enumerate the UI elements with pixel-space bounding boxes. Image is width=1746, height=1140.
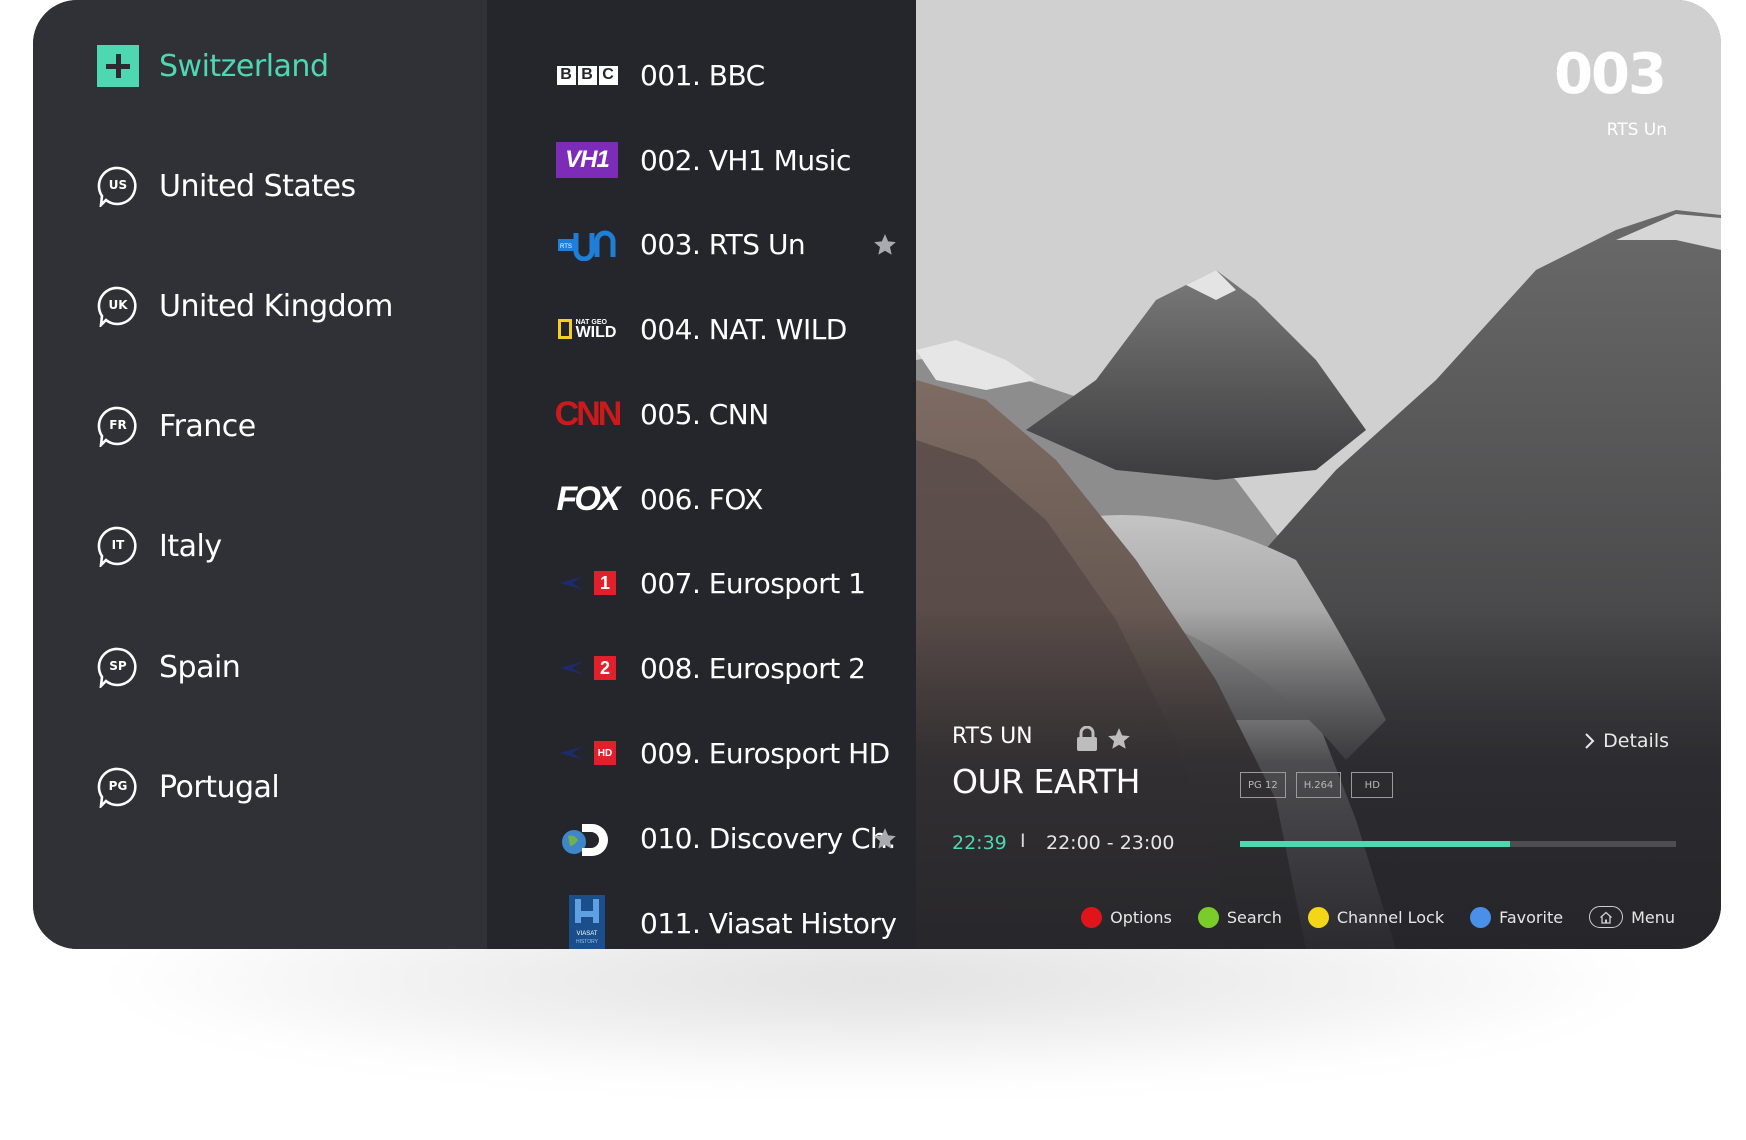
green-dot-icon (1197, 906, 1219, 928)
channel-name: 011. Viasat History (640, 906, 897, 940)
country-label: United Kingdom (159, 288, 393, 324)
plus-square-icon (97, 45, 139, 87)
favorite-key[interactable]: Favorite (1470, 906, 1563, 928)
channel-item-cnn[interactable]: CNN 005. CNN (487, 384, 916, 444)
channel-item-eurosport-hd[interactable]: HD 009. Eurosport HD (487, 723, 916, 783)
blue-dot-icon (1470, 906, 1492, 928)
country-label: Spain (159, 649, 241, 685)
speech-badge-icon: FR (97, 405, 139, 447)
options-key[interactable]: Options (1081, 906, 1172, 928)
current-channel-number: 003 (1554, 42, 1667, 107)
home-icon (1589, 906, 1624, 928)
eurosport-logo-icon: HD (554, 731, 620, 775)
country-item-spain[interactable]: SP Spain (97, 637, 241, 697)
channel-name: 010. Discovery Ch. (640, 821, 896, 855)
country-label: United States (159, 168, 356, 204)
channel-list: BBC 001. BBC VH1 002. VH1 Music RTS 003.… (487, 0, 916, 949)
country-item-united-states[interactable]: US United States (97, 156, 356, 216)
details-label: Details (1603, 730, 1669, 752)
channel-item-vh1[interactable]: VH1 002. VH1 Music (487, 130, 916, 190)
channel-item-rts-un[interactable]: RTS 003. RTS Un (487, 214, 916, 274)
fox-logo-icon: FOX (556, 479, 621, 518)
speech-badge-icon: PG (97, 766, 139, 808)
channel-name: 001. BBC (640, 58, 765, 92)
country-label: Switzerland (159, 48, 329, 84)
channel-name: 005. CNN (640, 397, 769, 431)
rating-tag: PG 12 (1240, 772, 1286, 798)
channel-name: 002. VH1 Music (640, 143, 851, 177)
favorite-star-icon (874, 828, 896, 849)
cnn-logo-icon: CNN (554, 394, 623, 433)
channel-name: 006. FOX (640, 482, 763, 516)
chevron-right-icon (1585, 733, 1595, 749)
country-label: Italy (159, 528, 222, 564)
country-label: France (159, 408, 256, 444)
remote-key-legend: Options Search Channel Lock Favorite Men… (1081, 906, 1675, 928)
menu-key[interactable]: Menu (1589, 906, 1675, 928)
current-channel-name: RTS Un (1606, 120, 1667, 140)
speech-badge-icon: SP (97, 646, 139, 688)
program-progress-bar (1240, 841, 1676, 847)
svg-text:HISTORY: HISTORY (576, 939, 599, 945)
rts-un-logo-icon: RTS (554, 222, 620, 266)
details-link[interactable]: Details (1583, 730, 1669, 752)
country-label: Portugal (159, 769, 280, 805)
program-title: OUR EARTH (952, 762, 1140, 801)
channel-name: 007. Eurosport 1 (640, 566, 866, 600)
channel-item-eurosport-2[interactable]: 2 008. Eurosport 2 (487, 638, 916, 698)
svg-text:VIASAT: VIASAT (577, 931, 598, 937)
eurosport-logo-icon: 2 (554, 646, 620, 690)
program-channel: RTS UN (952, 724, 1033, 749)
current-time: 22:39 (952, 832, 1007, 854)
vh1-logo-icon: VH1 (554, 138, 620, 182)
country-item-switzerland[interactable]: Switzerland (97, 36, 329, 96)
bbc-logo-icon: BBC (554, 53, 620, 97)
channel-name: 004. NAT. WILD (640, 312, 847, 346)
discovery-logo-icon (554, 816, 620, 860)
favorite-star-icon (874, 234, 896, 255)
yellow-dot-icon (1307, 906, 1329, 928)
program-tags: PG 12 H.264 HD (1240, 772, 1394, 798)
channel-lock-key[interactable]: Channel Lock (1307, 906, 1444, 928)
search-key[interactable]: Search (1197, 906, 1282, 928)
quality-tag: HD (1351, 772, 1394, 798)
preview-panel: 003 RTS Un RTS UN OUR EARTH Details PG 1… (916, 0, 1721, 949)
country-item-portugal[interactable]: PG Portugal (97, 757, 280, 817)
channel-item-nat-wild[interactable]: NAT GEO WILD 004. NAT. WILD (487, 299, 916, 359)
country-item-united-kingdom[interactable]: UK United Kingdom (97, 276, 393, 336)
channel-item-discovery[interactable]: 010. Discovery Ch. (487, 808, 916, 868)
favorite-star-icon[interactable] (1106, 726, 1132, 752)
speech-badge-icon: IT (97, 525, 139, 567)
nat-geo-wild-logo-icon: NAT GEO WILD (554, 307, 620, 351)
svg-text:RTS: RTS (560, 244, 572, 250)
country-item-italy[interactable]: IT Italy (97, 516, 222, 576)
channel-item-viasat-history[interactable]: VIASAT HISTORY 011. Viasat History (487, 893, 916, 949)
channel-item-bbc[interactable]: BBC 001. BBC (487, 45, 916, 105)
channel-name: 008. Eurosport 2 (640, 651, 866, 685)
viasat-history-logo-icon: VIASAT HISTORY (554, 895, 620, 949)
speech-badge-icon: US (97, 165, 139, 207)
program-time-range: 22:00 - 23:00 (1046, 832, 1175, 854)
country-item-france[interactable]: FR France (97, 396, 256, 456)
codec-tag: H.264 (1295, 772, 1342, 798)
program-progress-fill (1240, 841, 1511, 847)
eurosport-logo-icon: 1 (554, 561, 620, 605)
channel-name: 009. Eurosport HD (640, 736, 890, 770)
time-separator: I (1020, 830, 1026, 852)
channel-item-fox[interactable]: FOX 006. FOX (487, 469, 916, 529)
channel-name: 003. RTS Un (640, 227, 806, 261)
channel-item-eurosport-1[interactable]: 1 007. Eurosport 1 (487, 553, 916, 613)
speech-badge-icon: UK (97, 285, 139, 327)
lock-icon[interactable] (1076, 726, 1098, 752)
tv-guide-screen: Switzerland US United States UK United K… (33, 0, 1721, 949)
red-dot-icon (1081, 906, 1103, 928)
country-list: Switzerland US United States UK United K… (33, 0, 487, 949)
